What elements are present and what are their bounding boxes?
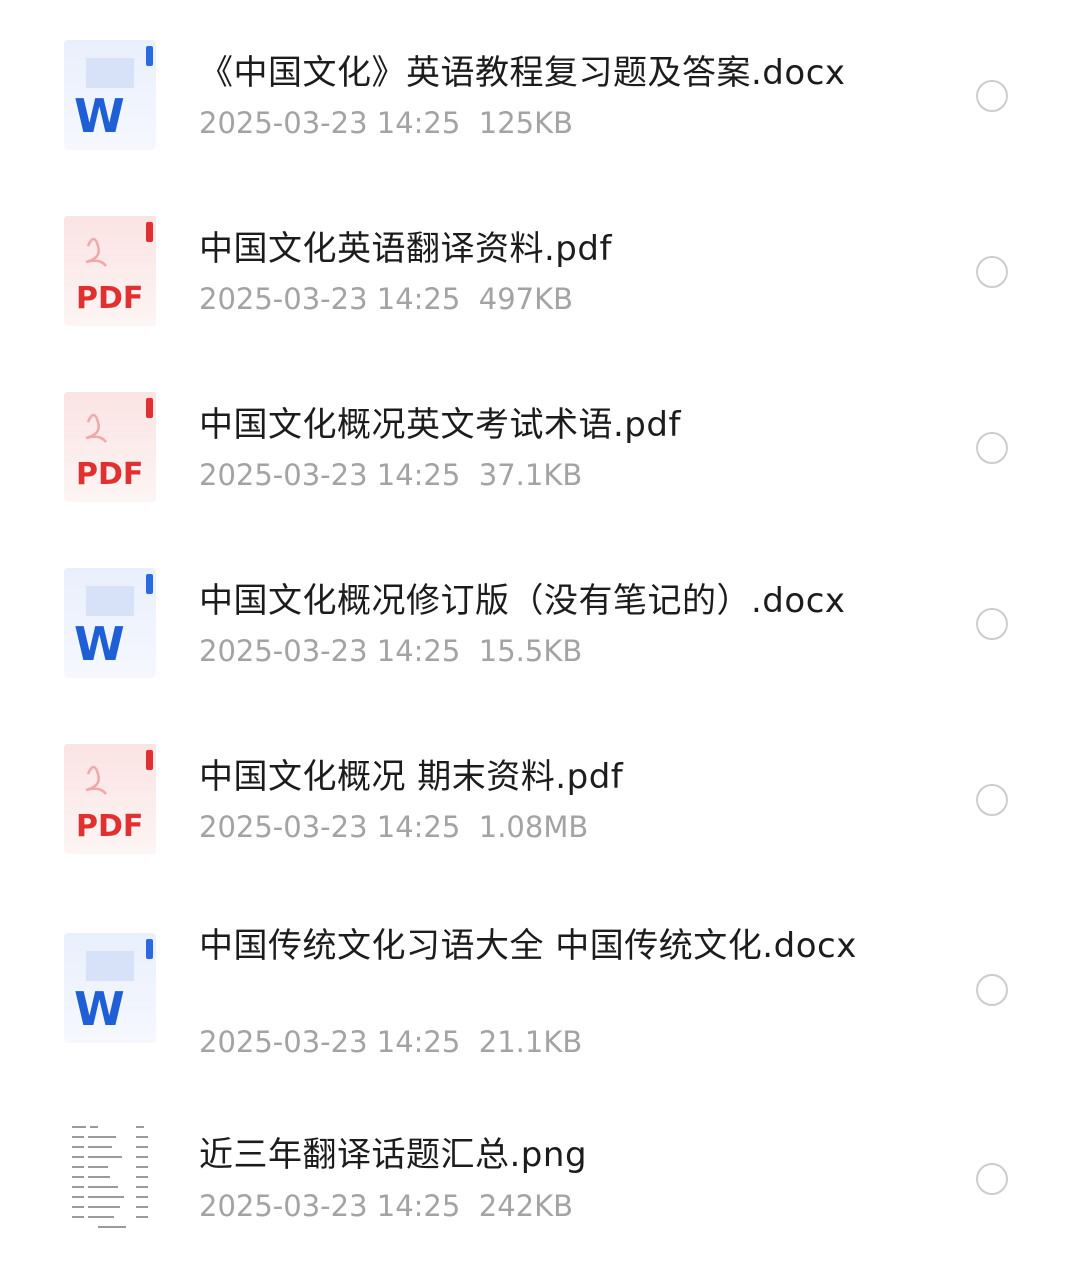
file-date: 2025-03-23 14:25: [199, 282, 461, 316]
pdf-icon-letters: PDF: [76, 457, 143, 492]
word-doc-icon: W: [64, 40, 156, 150]
word-doc-icon: W: [64, 933, 156, 1043]
file-meta: 2025-03-23 14:25 125KB: [199, 103, 573, 143]
file-meta: 2025-03-23 14:25 497KB: [199, 279, 573, 319]
select-circle[interactable]: [976, 1163, 1008, 1195]
file-date: 2025-03-23 14:25: [199, 810, 461, 844]
pdf-icon: PDF: [64, 216, 156, 326]
file-row[interactable]: PDF 中国文化概况 期末资料.pdf 2025-03-23 14:25 1.0…: [0, 713, 1080, 889]
file-row[interactable]: PDF 中国文化英语翻译资料.pdf 2025-03-23 14:25 497K…: [0, 185, 1080, 361]
file-size: 37.1KB: [478, 458, 583, 492]
file-row[interactable]: W 中国传统文化习语大全 中国传统文化.docx 2025-03-23 14:2…: [0, 889, 1080, 1094]
file-meta: 2025-03-23 14:25 15.5KB: [199, 631, 582, 671]
file-name: 中国传统文化习语大全 中国传统文化.docx: [199, 926, 857, 966]
file-date: 2025-03-23 14:25: [199, 1025, 461, 1059]
file-row[interactable]: PDF 中国文化概况英文考试术语.pdf 2025-03-23 14:25 37…: [0, 361, 1080, 537]
word-icon-letter: W: [74, 89, 125, 143]
file-size: 125KB: [478, 106, 574, 140]
file-size: 242KB: [478, 1189, 574, 1223]
file-size: 21.1KB: [478, 1025, 583, 1059]
file-row[interactable]: 近三年翻译话题汇总.png 2025-03-23 14:25 242KB: [0, 1094, 1080, 1273]
file-meta: 2025-03-23 14:25 242KB: [199, 1186, 573, 1226]
select-circle[interactable]: [976, 80, 1008, 112]
word-doc-icon: W: [64, 568, 156, 678]
file-row[interactable]: W 《中国文化》英语教程复习题及答案.docx 2025-03-23 14:25…: [0, 0, 1080, 185]
file-name: 近三年翻译话题汇总.png: [199, 1135, 588, 1175]
select-circle[interactable]: [976, 432, 1008, 464]
file-size: 497KB: [478, 282, 574, 316]
file-meta: 2025-03-23 14:25 1.08MB: [199, 807, 588, 847]
pdf-icon: PDF: [64, 744, 156, 854]
word-icon-letter: W: [74, 982, 125, 1036]
file-name: 中国文化概况 期末资料.pdf: [199, 757, 624, 797]
file-date: 2025-03-23 14:25: [199, 634, 461, 668]
file-meta: 2025-03-23 14:25 21.1KB: [199, 1022, 582, 1062]
pdf-icon: PDF: [64, 392, 156, 502]
select-circle[interactable]: [976, 784, 1008, 816]
file-name: 中国文化英语翻译资料.pdf: [199, 229, 612, 269]
pdf-icon-letters: PDF: [76, 281, 143, 316]
file-name: 中国文化概况修订版（没有笔记的）.docx: [199, 581, 846, 621]
file-name: 中国文化概况英文考试术语.pdf: [199, 405, 681, 445]
file-date: 2025-03-23 14:25: [199, 458, 461, 492]
file-name: 《中国文化》英语教程复习题及答案.docx: [199, 53, 846, 93]
word-icon-letter: W: [74, 617, 125, 671]
file-date: 2025-03-23 14:25: [199, 1189, 461, 1223]
select-circle[interactable]: [976, 608, 1008, 640]
select-circle[interactable]: [976, 974, 1008, 1006]
file-meta: 2025-03-23 14:25 37.1KB: [199, 455, 582, 495]
pdf-icon-letters: PDF: [76, 809, 143, 844]
file-list: W 《中国文化》英语教程复习题及答案.docx 2025-03-23 14:25…: [0, 0, 1080, 1273]
file-size: 1.08MB: [478, 810, 589, 844]
file-size: 15.5KB: [478, 634, 583, 668]
file-date: 2025-03-23 14:25: [199, 106, 461, 140]
image-thumbnail-icon: [66, 1120, 156, 1232]
file-row[interactable]: W 中国文化概况修订版（没有笔记的）.docx 2025-03-23 14:25…: [0, 537, 1080, 713]
select-circle[interactable]: [976, 256, 1008, 288]
